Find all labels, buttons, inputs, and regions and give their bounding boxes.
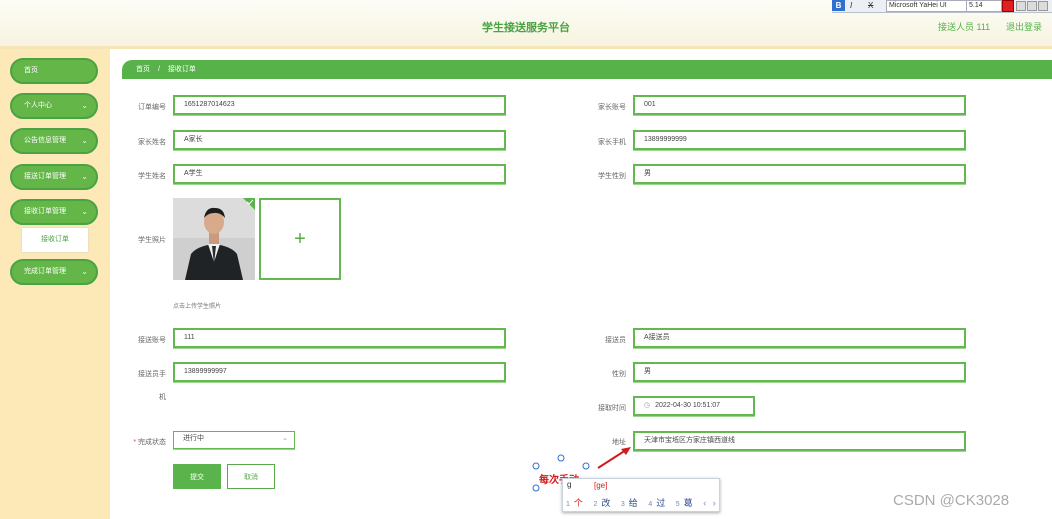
student-photo-label: 学生照片 [138, 237, 166, 244]
sidebar-item-label: 完成订单管理 [24, 268, 66, 275]
page-title: 学生接送服务平台 [482, 22, 570, 34]
pickup-time-field[interactable]: ◷ 2022-04-30 10:51:07 [633, 396, 755, 416]
watermark: CSDN @CK3028 [893, 492, 1010, 509]
chevron-down-icon: ⌄ [81, 267, 88, 276]
student-gender-label: 学生性别 [598, 173, 626, 180]
ime-prev-icon[interactable]: ‹ [703, 498, 706, 508]
strike-button[interactable]: X [868, 0, 873, 11]
ime-candidate[interactable]: 1个 [566, 498, 587, 508]
clock-icon: ◷ [644, 402, 651, 409]
breadcrumb-current: 接收订单 [167, 66, 196, 73]
status-label: * 完成状态 [124, 437, 166, 447]
required-mark: * [133, 439, 137, 446]
parent-phone-label: 家长手机 [598, 139, 626, 146]
driver-phone-field[interactable]: 13899999997 [173, 362, 506, 382]
font-select[interactable]: Microsoft YaHei UI [886, 0, 968, 12]
gender-label: 性别 [612, 371, 626, 378]
sidebar-item-received-orders[interactable]: 接收订单管理 ⌄ [10, 199, 98, 225]
sidebar-item-home[interactable]: 首页 [10, 58, 98, 84]
parent-account-label: 家长账号 [598, 104, 626, 111]
sidebar-item-label: 个人中心 [24, 102, 52, 109]
status-label-text: 完成状态 [138, 439, 166, 446]
bold-button[interactable]: B [832, 0, 845, 11]
student-name-field[interactable]: A学生 [173, 164, 506, 184]
sidebar-item-label: 公告信息管理 [24, 137, 66, 144]
sidebar-item-label: 接收订单管理 [24, 208, 66, 215]
parent-phone-field[interactable]: 13899999999 [633, 130, 966, 150]
address-field[interactable]: 天津市宝坻区方家庄镇西道线 [633, 431, 966, 451]
cancel-button[interactable]: 取消 [227, 464, 275, 489]
gender-field[interactable]: 男 [633, 362, 966, 382]
order-no-label: 订单编号 [138, 104, 166, 111]
sidebar-item-completed-orders[interactable]: 完成订单管理 ⌄ [10, 259, 98, 285]
ime-candidate[interactable]: 4过 [648, 498, 669, 508]
sidebar-item-profile[interactable]: 个人中心 ⌄ [10, 93, 98, 119]
current-user: 接送人员 111 [938, 22, 991, 32]
driver-phone-label: 接送员手 [138, 371, 166, 378]
student-name-label: 学生姓名 [138, 173, 166, 180]
submit-button[interactable]: 提交 [173, 464, 221, 489]
breadcrumb: 首页 / 接收订单 [122, 60, 1052, 79]
style-swatch-2[interactable] [1027, 1, 1037, 11]
chevron-down-icon: ⌄ [81, 101, 88, 110]
style-swatch-3[interactable] [1038, 1, 1048, 11]
ime-candidate[interactable]: 5葛 [676, 498, 697, 508]
status-select[interactable]: 进行中 ⌄ [173, 431, 295, 449]
breadcrumb-home[interactable]: 首页 [136, 66, 150, 73]
pickup-time-value: 2022-04-30 10:51:07 [655, 402, 721, 409]
chevron-down-icon: ⌄ [81, 207, 88, 216]
driver-account-label: 接送账号 [138, 337, 166, 344]
ime-pinyin: [ge] [594, 481, 608, 490]
student-photo-image [173, 198, 255, 280]
chevron-down-icon: ⌄ [81, 136, 88, 145]
parent-name-field[interactable]: A家长 [173, 130, 506, 150]
breadcrumb-separator: / [157, 66, 160, 73]
photo-upload-hint: 点击上传学生照片 [173, 304, 222, 310]
ime-candidate-list: 1个 2改 3给 4过 5葛 ‹ › [566, 496, 720, 509]
chevron-down-icon: ⌄ [282, 435, 288, 442]
pickup-time-label: 接取时间 [598, 405, 626, 412]
driver-account-field[interactable]: 111 [173, 328, 506, 348]
driver-phone-label-cont: 机 [159, 394, 166, 401]
status-select-value: 进行中 [183, 435, 204, 442]
format-toolbar: B I X Microsoft YaHei UI 5.14 [832, 0, 1052, 13]
sidebar-item-announcements[interactable]: 公告信息管理 ⌄ [10, 128, 98, 154]
chevron-down-icon: ⌄ [81, 172, 88, 181]
order-no-field[interactable]: 1651287014623 [173, 95, 506, 115]
parent-account-field[interactable]: 001 [633, 95, 966, 115]
style-swatch-1[interactable] [1016, 1, 1026, 11]
italic-button[interactable]: I [850, 0, 852, 11]
sidebar-item-label: 首页 [24, 67, 38, 74]
photo-upload-button[interactable]: + [259, 198, 341, 280]
ime-candidate[interactable]: 2改 [593, 498, 614, 508]
student-gender-field[interactable]: 男 [633, 164, 966, 184]
ime-next-icon[interactable]: › [713, 498, 716, 508]
driver-field[interactable]: A接送员 [633, 328, 966, 348]
ime-caret-text: g [567, 480, 572, 489]
ime-candidate[interactable]: 3给 [621, 498, 642, 508]
driver-label: 接送员 [605, 337, 626, 344]
sidebar-subitem-received-order[interactable]: 接收订单 [22, 228, 88, 252]
font-color-swatch[interactable] [1002, 0, 1014, 12]
sidebar-item-label: 接送订单管理 [24, 173, 66, 180]
font-size-select[interactable]: 5.14 [966, 0, 1002, 12]
logout-link[interactable]: 退出登录 [1006, 20, 1042, 33]
sidebar-item-pickup-orders[interactable]: 接送订单管理 ⌄ [10, 164, 98, 190]
parent-name-label: 家长姓名 [138, 139, 166, 146]
